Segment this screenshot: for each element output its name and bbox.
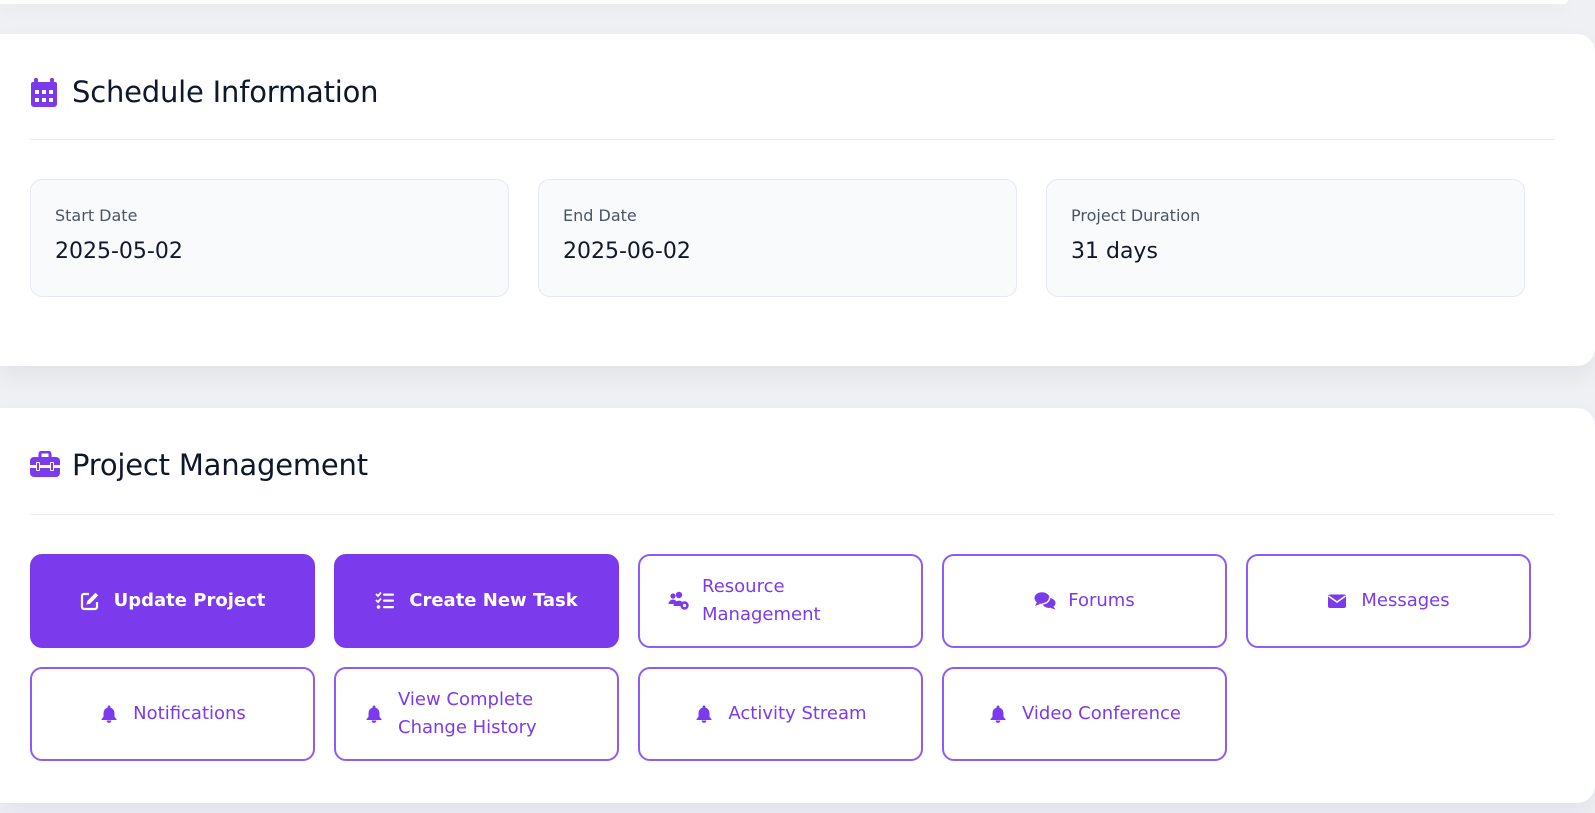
notifications-button[interactable]: Notifications: [30, 667, 315, 761]
management-title: Project Management: [72, 448, 368, 482]
bell-icon: [694, 704, 714, 724]
button-label: Notifications: [133, 703, 246, 724]
button-label: Update Project: [113, 590, 266, 611]
button-label: View Complete Change History: [398, 689, 537, 738]
bell-icon: [99, 704, 119, 724]
schedule-card-header: Schedule Information: [30, 72, 1555, 140]
project-management-card: Project Management Update Project Create…: [0, 408, 1595, 803]
start-date-field: Start Date 2025-05-02: [30, 179, 509, 297]
create-new-task-button[interactable]: Create New Task: [334, 554, 619, 648]
resource-management-button[interactable]: Resource Management: [638, 554, 923, 648]
button-label: Activity Stream: [728, 703, 867, 724]
button-label: Video Conference: [1021, 703, 1181, 724]
comments-icon: [1034, 591, 1056, 611]
video-conference-button[interactable]: Video Conference: [942, 667, 1227, 761]
toolbox-icon: [30, 450, 60, 479]
field-value: 2025-05-02: [55, 239, 183, 264]
schedule-information-card: Schedule Information Start Date 2025-05-…: [0, 34, 1595, 366]
view-change-history-button[interactable]: View Complete Change History: [334, 667, 619, 761]
management-actions: Update Project Create New Task Resource …: [30, 554, 1531, 761]
field-value: 2025-06-02: [563, 239, 691, 264]
field-value: 31 days: [1071, 239, 1158, 264]
users-gear-icon: [668, 591, 689, 611]
button-label: Create New Task: [409, 590, 578, 611]
management-card-header: Project Management: [30, 445, 1555, 515]
calendar-icon: [30, 78, 58, 107]
bell-icon: [988, 704, 1008, 724]
update-project-button[interactable]: Update Project: [30, 554, 315, 648]
field-label: Project Duration: [1071, 206, 1201, 225]
previous-card-edge: [0, 0, 1568, 4]
field-label: Start Date: [55, 206, 138, 225]
field-label: End Date: [563, 206, 637, 225]
messages-button[interactable]: Messages: [1246, 554, 1531, 648]
activity-stream-button[interactable]: Activity Stream: [638, 667, 923, 761]
edit-icon: [80, 591, 100, 611]
bell-icon: [364, 704, 384, 724]
button-label: Forums: [1068, 590, 1135, 611]
button-label: Resource Management: [702, 576, 821, 625]
project-duration-field: Project Duration 31 days: [1046, 179, 1525, 297]
task-list-icon: [375, 591, 395, 611]
forums-button[interactable]: Forums: [942, 554, 1227, 648]
end-date-field: End Date 2025-06-02: [538, 179, 1017, 297]
schedule-title: Schedule Information: [72, 75, 379, 109]
envelope-icon: [1327, 591, 1347, 611]
button-label: Messages: [1361, 590, 1450, 611]
schedule-fields: Start Date 2025-05-02 End Date 2025-06-0…: [30, 179, 1525, 297]
